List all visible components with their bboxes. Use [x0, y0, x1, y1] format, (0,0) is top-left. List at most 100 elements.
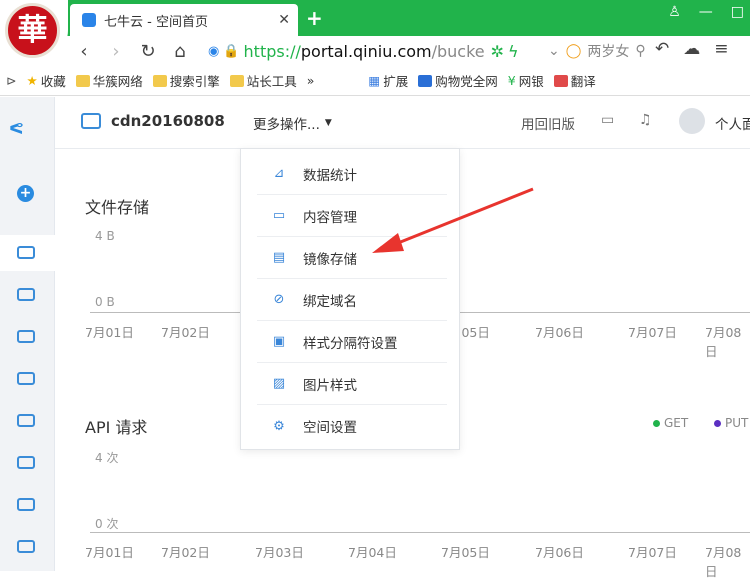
- legend-dot: [714, 419, 721, 427]
- bucket-icon[interactable]: [17, 372, 35, 385]
- reload-icon[interactable]: ↻: [132, 41, 164, 62]
- x-tick-label: 7月04日: [348, 545, 397, 560]
- qiniu-logo-icon[interactable]: ᕙ: [9, 119, 24, 138]
- close-tab-icon[interactable]: ✕: [278, 12, 290, 28]
- bucket-icon[interactable]: [17, 540, 35, 553]
- x-tick-label: 7月02日: [161, 325, 210, 340]
- secure-site-icon: ◉: [208, 43, 220, 59]
- folder-icon: [75, 74, 90, 87]
- minimize-icon[interactable]: —: [699, 4, 713, 20]
- menu-item-image-style[interactable]: ▨ 图片样式: [257, 363, 447, 405]
- folder-icon: [229, 74, 244, 87]
- menu-item-bucket-settings[interactable]: ⚙ 空间设置: [257, 405, 447, 447]
- bookmark-item[interactable]: 翻译: [553, 71, 596, 90]
- picture-icon: ▨: [272, 376, 286, 391]
- legend-item-get[interactable]: GET: [653, 416, 688, 430]
- url-domain: portal.qiniu.com: [300, 41, 432, 61]
- x-tick-label: 7月02日: [161, 545, 210, 560]
- qiniu-favicon-icon: [82, 13, 96, 27]
- legend-label: GET: [664, 416, 689, 430]
- api-chart-title: API 请求: [85, 418, 148, 437]
- y-tick-label: 4 次: [95, 451, 119, 465]
- sidebar-toggle-icon[interactable]: ⊳: [6, 73, 16, 88]
- user-center-link[interactable]: 个人面: [715, 113, 750, 133]
- back-icon[interactable]: ‹: [68, 41, 100, 62]
- bucket-name: cdn20160808: [111, 112, 225, 130]
- cart-icon: [418, 74, 433, 87]
- bookmark-item[interactable]: ▦ 扩展: [368, 71, 408, 90]
- undo-icon[interactable]: ↶: [655, 39, 669, 59]
- bucket-icon[interactable]: [17, 246, 35, 259]
- x-tick-label: 7月06日: [535, 325, 584, 340]
- url-scheme: https://: [243, 41, 301, 61]
- search-engine-icon: ◯: [565, 43, 582, 59]
- monitor-icon[interactable]: ▭: [601, 112, 614, 128]
- folder-icon: ▭: [272, 208, 286, 223]
- caret-down-icon: ▼: [324, 118, 332, 128]
- app-topbar: cdn20160808 更多操作... ▼ 用回旧版 ▭ ♫ 个人面: [55, 97, 750, 149]
- bookmark-item[interactable]: ★ 收藏: [26, 71, 65, 90]
- green-gear-icon[interactable]: ✲: [491, 42, 504, 61]
- window-controls: ♙ — □: [668, 4, 744, 20]
- x-tick-label: 7月06日: [535, 545, 584, 560]
- gear-icon: ⚙: [273, 418, 285, 434]
- annotation-arrow: [372, 187, 534, 253]
- menu-icon[interactable]: ≡: [714, 39, 728, 59]
- maximize-icon[interactable]: □: [731, 4, 744, 20]
- x-tick-label: 7月03日: [255, 545, 304, 560]
- bucket-icon[interactable]: [17, 330, 35, 343]
- storage-chart-title: 文件存储: [85, 198, 150, 217]
- shirt-skin-icon[interactable]: ♙: [668, 4, 681, 20]
- old-version-link[interactable]: 用回旧版: [521, 113, 575, 133]
- dropdown-chevron-icon[interactable]: ⌄: [548, 43, 560, 59]
- bookmark-item[interactable]: ¥ 网银: [508, 71, 544, 90]
- api-x-axis: [90, 532, 750, 533]
- y-tick-label: 0 B: [95, 295, 115, 309]
- x-tick-label: 7月08日: [705, 545, 742, 579]
- link-icon: ⊘: [273, 292, 285, 307]
- bucket-icon[interactable]: [17, 288, 35, 301]
- bookmark-item[interactable]: 站长工具: [229, 71, 297, 90]
- search-box[interactable]: ⌄ ◯ 两岁女 ⚲: [548, 39, 646, 63]
- translate-icon: [553, 74, 568, 87]
- bookmark-item[interactable]: 购物党全网: [418, 71, 498, 90]
- yen-icon: ¥: [507, 73, 516, 88]
- bucket-icon[interactable]: [17, 498, 35, 511]
- bucket-icon[interactable]: [17, 414, 35, 427]
- add-bucket-icon[interactable]: +: [17, 185, 34, 202]
- url-path: /bucke: [431, 41, 485, 61]
- forward-icon[interactable]: ›: [100, 41, 132, 62]
- url-field[interactable]: ◉ 🔒 https:// portal.qiniu.com /bucke ✲ ϟ: [208, 39, 548, 63]
- new-tab-button[interactable]: +: [306, 6, 323, 30]
- x-tick-label: 7月05日: [441, 545, 490, 560]
- bucket-icon[interactable]: [17, 456, 35, 469]
- search-icon[interactable]: ⚲: [635, 43, 645, 59]
- menu-item-bind-domain[interactable]: ⊘ 绑定域名: [257, 279, 447, 321]
- grid-icon: ▦: [368, 73, 381, 88]
- browser-tools: ↶ ☁ ≡: [655, 39, 729, 59]
- bookmark-item[interactable]: 华簇网络: [75, 71, 143, 90]
- more-actions-label: 更多操作...: [253, 117, 320, 133]
- browser-tab[interactable]: 七牛云 - 空间首页 ✕: [70, 4, 298, 36]
- home-icon[interactable]: ⌂: [164, 41, 196, 62]
- x-tick-label: 7月01日: [85, 325, 134, 340]
- folder-icon: [152, 74, 167, 87]
- avatar[interactable]: [679, 108, 705, 134]
- image-style-icon: ▣: [272, 334, 286, 349]
- bucket-icon: [81, 113, 101, 129]
- y-tick-label: 4 B: [95, 229, 115, 243]
- bookmark-item[interactable]: 搜索引擎: [152, 71, 220, 90]
- lightning-icon[interactable]: ϟ: [508, 42, 519, 61]
- bell-icon[interactable]: ♫: [639, 112, 652, 128]
- more-bookmarks-button[interactable]: »: [307, 73, 315, 88]
- x-tick-label: 7月08日: [705, 325, 742, 359]
- more-actions-button[interactable]: 更多操作... ▼: [241, 97, 345, 149]
- chart-icon: ⊿: [273, 166, 285, 181]
- cloud-icon[interactable]: ☁: [683, 39, 700, 59]
- legend-item-put[interactable]: PUT: [714, 416, 748, 430]
- x-tick-label: 7月01日: [85, 545, 134, 560]
- x-tick-label: 7月07日: [628, 325, 677, 340]
- bookmarks-bar: ⊳ ★ 收藏 华簇网络 搜索引擎 站长工具 » ▦ 扩展 购物党全网 ¥ 网银 翻译: [0, 66, 750, 96]
- mirror-icon: ▤: [272, 250, 286, 265]
- menu-item-style-separator[interactable]: ▣ 样式分隔符设置: [257, 321, 447, 363]
